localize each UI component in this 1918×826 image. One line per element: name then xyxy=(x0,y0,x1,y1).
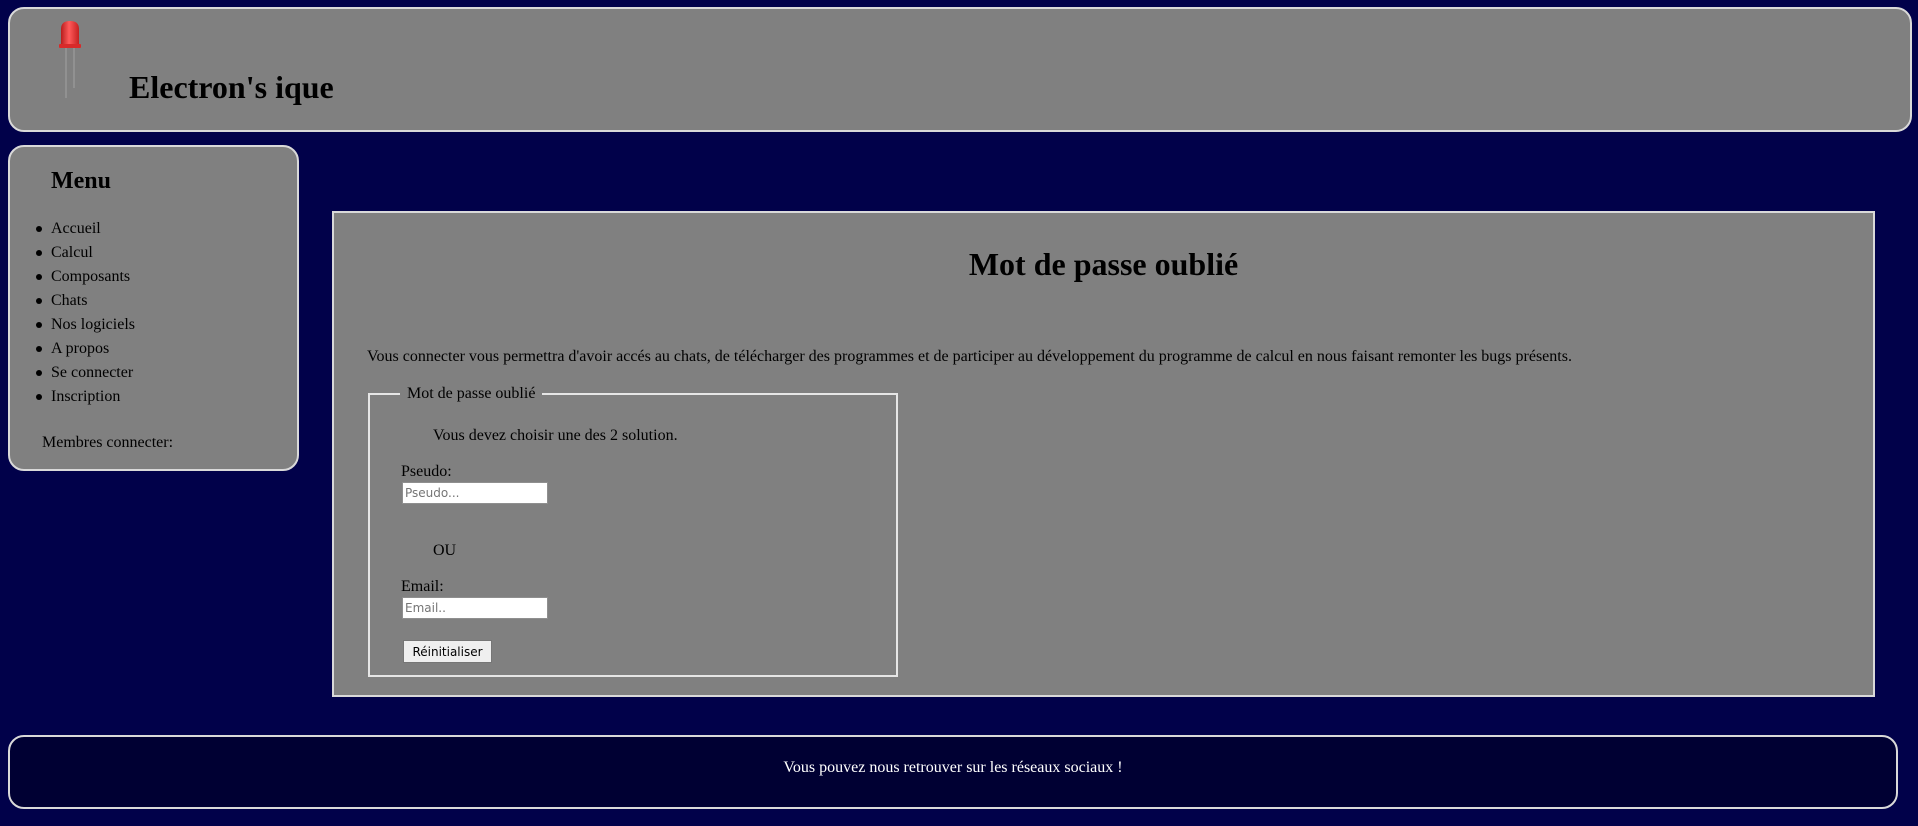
email-label: Email: xyxy=(401,578,444,595)
reset-button[interactable]: Réinitialiser xyxy=(403,640,492,663)
sidebar-link-accueil[interactable]: Accueil xyxy=(51,220,101,237)
sidebar-item-chats: Chats xyxy=(30,289,135,313)
sidebar-item-se-connecter: Se connecter xyxy=(30,361,135,385)
pseudo-label: Pseudo: xyxy=(401,463,452,480)
sidebar-item-composants: Composants xyxy=(30,265,135,289)
menu-title: Menu xyxy=(51,168,111,194)
or-separator: OU xyxy=(433,542,457,559)
sidebar-item-nos-logiciels: Nos logiciels xyxy=(30,313,135,337)
page-title: Mot de passe oublié xyxy=(968,246,1239,282)
email-input[interactable] xyxy=(402,597,548,619)
sidebar-link-inscription[interactable]: Inscription xyxy=(51,388,120,405)
site-title: Electron's ique xyxy=(129,69,334,105)
intro-text: Vous connecter vous permettra d'avoir ac… xyxy=(367,348,1572,365)
main-content: Mot de passe oublié Vous connecter vous … xyxy=(332,211,1875,697)
sidebar-link-composants[interactable]: Composants xyxy=(51,268,130,285)
sidebar-link-chats[interactable]: Chats xyxy=(51,292,87,309)
site-header: Electron's ique xyxy=(8,7,1912,132)
choice-note: Vous devez choisir une des 2 solution. xyxy=(433,427,678,444)
red-led-icon xyxy=(56,20,84,100)
sidebar-item-inscription: Inscription xyxy=(30,385,135,409)
sidebar-link-calcul[interactable]: Calcul xyxy=(51,244,93,261)
fieldset-legend: Mot de passe oublié xyxy=(400,386,543,402)
menu-list: Accueil Calcul Composants Chats Nos logi… xyxy=(30,217,135,409)
sidebar-link-nos-logiciels[interactable]: Nos logiciels xyxy=(51,316,135,333)
footer-text: Vous pouvez nous retrouver sur les résea… xyxy=(783,759,1123,776)
sidebar-item-accueil: Accueil xyxy=(30,217,135,241)
sidebar-menu: Menu Accueil Calcul Composants Chats Nos… xyxy=(8,145,299,471)
sidebar-link-a-propos[interactable]: A propos xyxy=(51,340,109,357)
pseudo-input[interactable] xyxy=(402,482,548,504)
sidebar-link-se-connecter[interactable]: Se connecter xyxy=(51,364,133,381)
sidebar-item-calcul: Calcul xyxy=(30,241,135,265)
connected-members-label: Membres connecter: xyxy=(42,434,174,451)
sidebar-item-a-propos: A propos xyxy=(30,337,135,361)
site-footer: Vous pouvez nous retrouver sur les résea… xyxy=(8,735,1898,809)
password-reset-fieldset: Mot de passe oublié Vous devez choisir u… xyxy=(368,386,898,677)
